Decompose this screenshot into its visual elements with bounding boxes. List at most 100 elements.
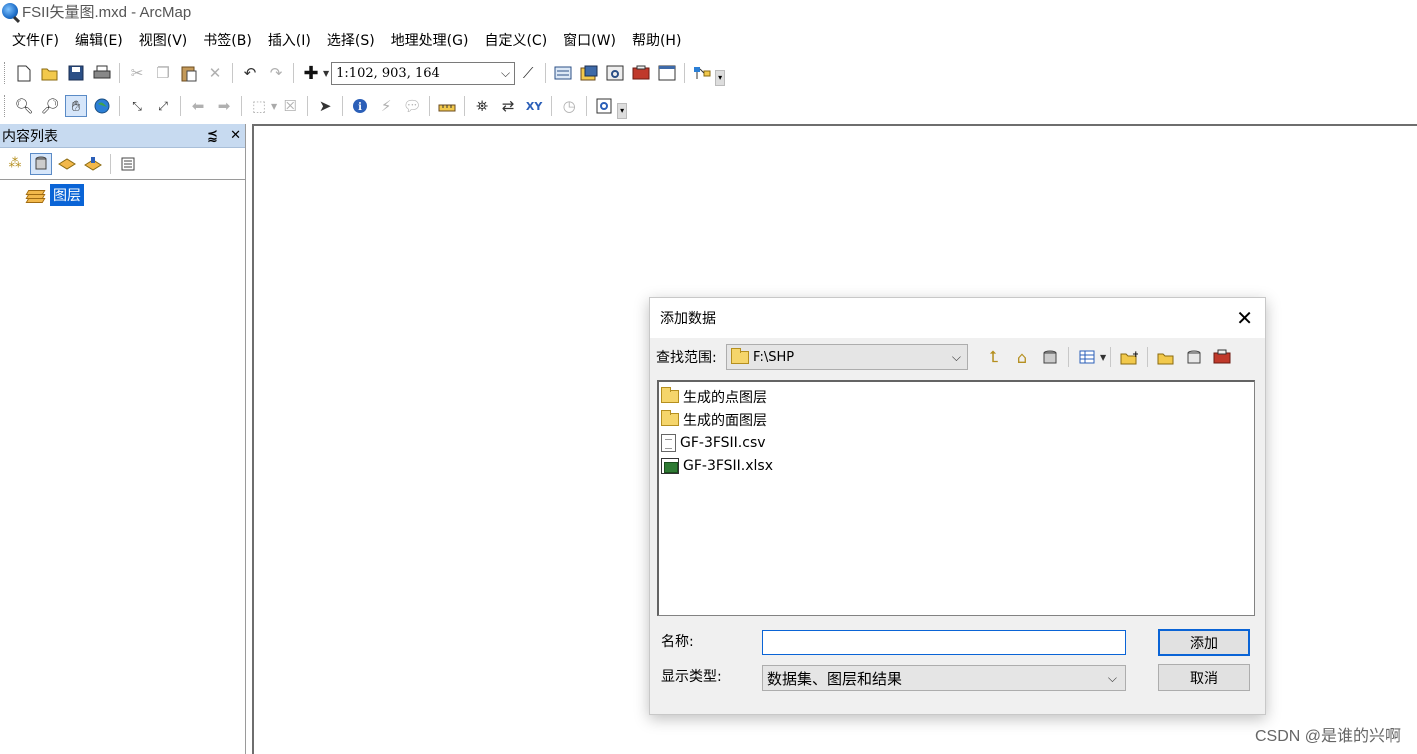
find-route-icon[interactable]: ⇄ [497, 95, 519, 117]
show-of-type-value: 数据集、图层和结果 [767, 669, 903, 688]
list-by-selection-icon[interactable] [82, 153, 104, 175]
fixed-zoom-in-icon[interactable]: ⤡ [126, 95, 148, 117]
pin-icon[interactable]: ⪷ [207, 128, 218, 143]
list-item[interactable]: 生成的面图层 [661, 408, 1254, 431]
toolbar-grip[interactable] [4, 95, 7, 117]
zoom-out-icon[interactable]: 🔎︎ [39, 95, 61, 117]
open-folder-icon[interactable] [39, 62, 61, 84]
forward-extent-icon[interactable]: ➡ [213, 95, 235, 117]
add-data-dropdown-icon[interactable]: ▼ [323, 69, 329, 78]
list-by-visibility-icon[interactable] [56, 153, 78, 175]
editor-toolbar-icon[interactable]: ⟋ [517, 62, 539, 84]
add-data-dialog: 添加数据 ✕ 查找范围: F:\SHP ⌵ ⮤ ⌂ ▼ + 生成的点图层 生成的… [649, 297, 1266, 715]
menu-geoprocessing[interactable]: 地理处理(G) [383, 28, 477, 54]
zoom-in-icon[interactable]: 🔍︎ [13, 95, 35, 117]
measure-icon[interactable] [436, 95, 458, 117]
new-document-icon[interactable] [13, 62, 35, 84]
close-icon[interactable]: ✕ [230, 128, 241, 143]
toggle-contents-icon[interactable] [1038, 346, 1062, 368]
list-item[interactable]: 生成的点图层 [661, 385, 1254, 408]
toolbar-separator [1068, 347, 1069, 367]
full-extent-globe-icon[interactable] [91, 95, 113, 117]
list-view-icon[interactable] [1075, 346, 1099, 368]
toolbar-separator [1147, 347, 1149, 367]
list-by-drawing-order-icon[interactable]: ⁂ [4, 153, 26, 175]
chevron-down-icon[interactable]: ⌵ [1108, 671, 1117, 686]
arctoolbox-icon[interactable] [630, 62, 652, 84]
fixed-zoom-out-icon[interactable]: ⤢ [152, 95, 174, 117]
options-icon[interactable] [117, 153, 139, 175]
select-features-icon[interactable]: ⬚ [248, 95, 270, 117]
time-slider-icon[interactable]: ◷ [558, 95, 580, 117]
copy-icon[interactable]: ❐ [152, 62, 174, 84]
delete-icon[interactable]: ✕ [204, 62, 226, 84]
create-viewer-window-icon[interactable] [593, 95, 615, 117]
menu-customize[interactable]: 自定义(C) [476, 28, 555, 54]
toolbar-separator [551, 96, 553, 116]
catalog-window-icon[interactable] [578, 62, 600, 84]
list-item[interactable]: GF-3FSII.xlsx [661, 454, 1254, 477]
menu-help[interactable]: 帮助(H) [624, 28, 689, 54]
toolbar-separator [307, 96, 309, 116]
add-button[interactable]: 添加 [1158, 629, 1250, 656]
python-window-icon[interactable] [656, 62, 678, 84]
table-file-icon [661, 457, 679, 474]
modelbuilder-icon[interactable] [691, 62, 713, 84]
look-in-combo[interactable]: F:\SHP ⌵ [726, 344, 968, 370]
list-by-source-icon[interactable] [30, 152, 52, 175]
clear-selection-icon[interactable]: ☒ [279, 95, 301, 117]
chevron-down-icon[interactable]: ⌵ [952, 350, 961, 365]
toolbar-overflow-icon[interactable]: ▾ [617, 103, 628, 119]
find-binoculars-icon[interactable]: ⛯ [471, 95, 493, 117]
table-of-contents-panel: 内容列表 ⪷ ✕ ⁂ 图层 [0, 124, 246, 754]
paste-icon[interactable] [178, 62, 200, 84]
hyperlink-icon[interactable]: ⚡ [375, 95, 397, 117]
arctoolbox-icon[interactable] [1210, 346, 1234, 368]
html-popup-icon[interactable]: 💬︎ [401, 95, 423, 117]
redo-icon[interactable]: ↷ [265, 62, 287, 84]
add-data-icon[interactable]: ✚ [300, 62, 322, 84]
map-scale-combo[interactable]: 1:102, 903, 164 ⌵ [331, 61, 516, 85]
menu-bookmarks[interactable]: 书签(B) [195, 28, 260, 54]
chevron-down-icon[interactable]: ⌵ [501, 66, 510, 81]
svg-text:+: + [1132, 350, 1138, 360]
home-icon[interactable]: ⌂ [1010, 346, 1034, 368]
cancel-button[interactable]: 取消 [1158, 664, 1250, 691]
toolbar-overflow-icon[interactable]: ▾ [715, 70, 726, 86]
close-icon[interactable]: ✕ [1236, 308, 1253, 328]
file-name: GF-3FSII.csv [680, 434, 766, 451]
menu-view[interactable]: 视图(V) [131, 28, 196, 54]
select-elements-arrow-icon[interactable]: ➤ [314, 95, 336, 117]
menu-insert[interactable]: 插入(I) [260, 28, 319, 54]
search-window-icon[interactable] [604, 62, 626, 84]
connect-to-folder-icon[interactable]: + [1117, 346, 1141, 368]
new-geodatabase-icon[interactable] [1182, 346, 1206, 368]
dialog-toolbar: ⮤ ⌂ ▼ + [980, 344, 1236, 370]
pan-hand-icon[interactable]: ✋︎ [65, 95, 87, 117]
show-of-type-select[interactable]: 数据集、图层和结果 ⌵ [762, 665, 1126, 691]
menu-windows[interactable]: 窗口(W) [555, 28, 624, 54]
select-features-dropdown-icon[interactable]: ▼ [271, 102, 277, 111]
view-dropdown-icon[interactable]: ▼ [1100, 353, 1106, 362]
menu-file[interactable]: 文件(F) [4, 28, 67, 54]
identify-icon[interactable]: i [349, 95, 371, 117]
print-icon[interactable] [91, 62, 113, 84]
data-frame-layers[interactable]: 图层 [50, 184, 84, 206]
list-item[interactable]: GF-3FSII.csv [661, 431, 1254, 454]
toolbar-separator [429, 96, 431, 116]
table-of-contents-icon[interactable] [552, 62, 574, 84]
dialog-title: 添加数据 [660, 311, 716, 327]
back-extent-icon[interactable]: ⬅ [187, 95, 209, 117]
name-input[interactable] [762, 630, 1126, 655]
up-one-level-icon[interactable]: ⮤ [982, 346, 1006, 368]
new-folder-icon[interactable] [1154, 346, 1178, 368]
file-list[interactable]: 生成的点图层 生成的面图层 GF-3FSII.csv GF-3FSII.xlsx [657, 380, 1255, 616]
save-icon[interactable] [65, 62, 87, 84]
cut-icon[interactable]: ✂ [126, 62, 148, 84]
menu-selection[interactable]: 选择(S) [319, 28, 383, 54]
go-to-xy-icon[interactable]: XY [523, 95, 545, 117]
toolbar-grip[interactable] [4, 62, 7, 84]
folder-icon [661, 387, 679, 403]
undo-icon[interactable]: ↶ [239, 62, 261, 84]
menu-edit[interactable]: 编辑(E) [67, 28, 131, 54]
